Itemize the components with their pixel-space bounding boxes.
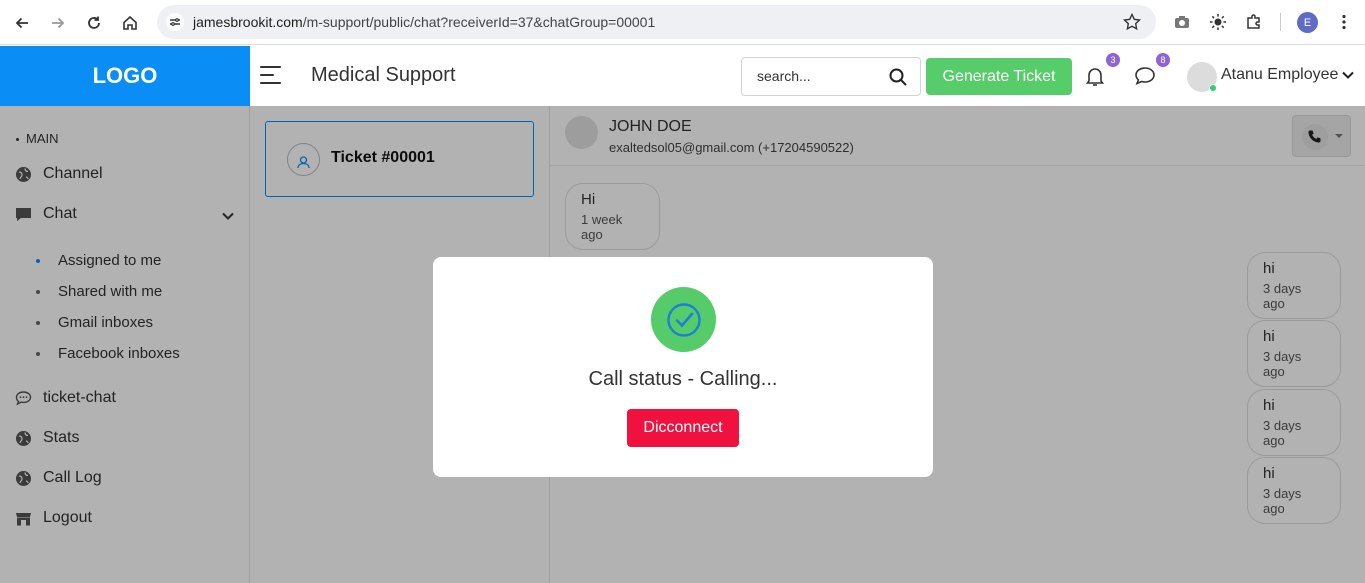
hamburger-menu-icon[interactable] (260, 66, 281, 84)
app-header: LOGO Medical Support Generate Ticket 3 8… (0, 46, 1365, 106)
user-avatar[interactable] (1187, 62, 1217, 92)
bookmark-star-icon[interactable] (1122, 12, 1142, 32)
reload-icon[interactable] (82, 11, 106, 35)
search-box (741, 57, 921, 96)
url-text: jamesbrookit.com/m-support/public/chat?r… (193, 14, 656, 30)
profile-avatar[interactable]: E (1297, 12, 1318, 33)
messages-badge: 8 (1156, 53, 1170, 67)
user-name[interactable]: Atanu Employee (1221, 66, 1338, 84)
search-input[interactable] (757, 68, 877, 84)
logo[interactable]: LOGO (0, 46, 250, 106)
call-status-modal: Call status - Calling... Dicconnect (433, 257, 933, 477)
check-circle-icon (651, 287, 716, 352)
camera-icon[interactable] (1171, 11, 1193, 33)
online-status-dot (1209, 84, 1217, 92)
back-arrow-icon[interactable] (10, 11, 34, 35)
notifications-badge: 3 (1106, 53, 1120, 67)
call-status-text: Call status - Calling... (588, 368, 778, 390)
page-title: Medical Support (311, 64, 456, 86)
generate-ticket-button[interactable]: Generate Ticket (926, 58, 1072, 95)
toolbar-separator (1280, 13, 1281, 31)
disconnect-button[interactable]: Dicconnect (627, 409, 739, 447)
address-bar[interactable]: jamesbrookit.com/m-support/public/chat?r… (157, 5, 1156, 39)
browser-toolbar: jamesbrookit.com/m-support/public/chat?r… (0, 0, 1365, 45)
forward-arrow-icon[interactable] (46, 11, 70, 35)
extensions-puzzle-icon[interactable] (1243, 11, 1265, 33)
home-icon[interactable] (118, 11, 142, 35)
site-settings-icon[interactable] (165, 12, 185, 32)
brightness-icon[interactable] (1207, 11, 1229, 33)
more-vertical-icon[interactable] (1333, 11, 1355, 33)
search-icon[interactable] (888, 67, 908, 87)
messages-icon[interactable] (1133, 64, 1157, 88)
chevron-down-icon[interactable] (1341, 68, 1355, 82)
bell-icon[interactable] (1083, 64, 1107, 88)
